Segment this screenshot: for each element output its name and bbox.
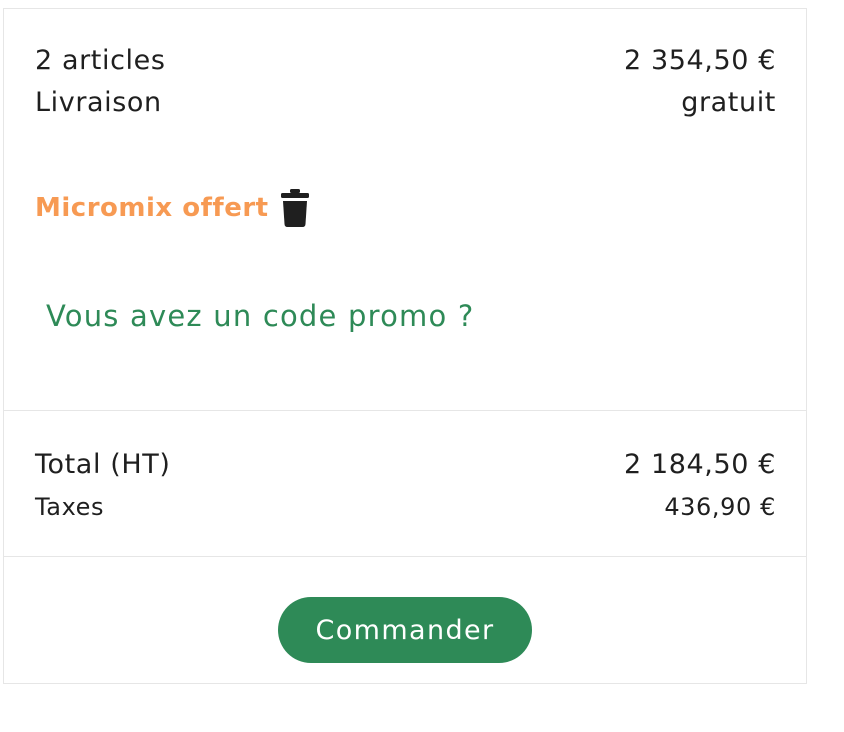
summary-section: 2 articles 2 354,50 € Livraison gratuit … xyxy=(4,9,806,411)
shipping-label: Livraison xyxy=(35,87,162,118)
shipping-value: gratuit xyxy=(681,87,776,118)
promo-code-link[interactable]: Vous avez un code promo ? xyxy=(46,299,474,333)
action-section: Commander xyxy=(4,557,806,685)
items-label: 2 articles xyxy=(35,45,166,76)
total-ht-value: 2 184,50 € xyxy=(624,449,776,480)
items-row: 2 articles 2 354,50 € xyxy=(35,47,776,74)
taxes-row: Taxes 436,90 € xyxy=(35,495,776,519)
shipping-row: Livraison gratuit xyxy=(35,89,776,116)
gift-label: Micromix offert xyxy=(35,193,269,223)
taxes-label: Taxes xyxy=(35,493,105,521)
items-value: 2 354,50 € xyxy=(624,45,776,76)
taxes-value: 436,90 € xyxy=(664,493,776,521)
order-button[interactable]: Commander xyxy=(278,597,532,663)
cart-summary: 2 articles 2 354,50 € Livraison gratuit … xyxy=(3,8,807,684)
totals-section: Total (HT) 2 184,50 € Taxes 436,90 € xyxy=(4,411,806,557)
gift-row: Micromix offert xyxy=(35,189,309,227)
trash-icon[interactable] xyxy=(280,189,309,227)
total-ht-label: Total (HT) xyxy=(35,449,171,480)
total-ht-row: Total (HT) 2 184,50 € xyxy=(35,451,776,478)
